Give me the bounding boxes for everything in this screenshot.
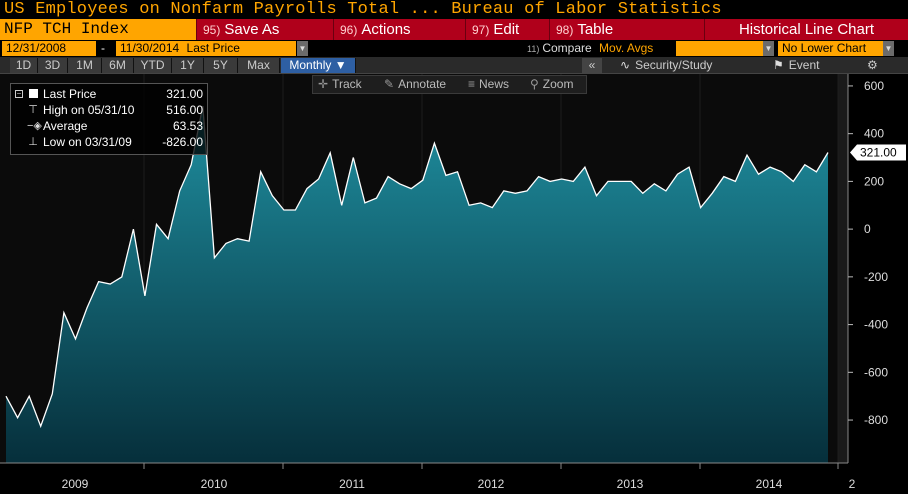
track-label: Track bbox=[332, 77, 362, 91]
legend-last-price: − Last Price 321.00 bbox=[15, 86, 205, 102]
mov-avgs-field[interactable] bbox=[676, 41, 763, 56]
range-1m[interactable]: 1M bbox=[68, 58, 102, 73]
collapse-legend-icon[interactable]: − bbox=[15, 90, 23, 98]
x-tick-label: 2009 bbox=[62, 477, 89, 491]
date-separator: - bbox=[101, 41, 105, 55]
save-as-label: Save As bbox=[224, 21, 280, 38]
lower-chart-field[interactable]: No Lower Chart bbox=[778, 41, 883, 56]
study-icon: ∿ bbox=[620, 58, 631, 72]
low-marker-icon: ⊥ bbox=[28, 136, 38, 148]
save-as-num: 95) bbox=[203, 23, 221, 37]
legend-high: ⊤ High on 05/31/10 516.00 bbox=[15, 102, 205, 118]
range-ytd[interactable]: YTD bbox=[134, 58, 172, 73]
annotate-label: Annotate bbox=[398, 77, 447, 91]
actions-label: Actions bbox=[361, 21, 411, 38]
gear-icon[interactable]: ⚙ bbox=[867, 58, 878, 73]
news-label: News bbox=[479, 77, 510, 91]
edit-num: 97) bbox=[472, 23, 490, 37]
actions-num: 96) bbox=[340, 23, 358, 37]
edit-label: Edit bbox=[493, 21, 520, 38]
security-study-label: Security/Study bbox=[635, 58, 713, 72]
compare-num: 11) bbox=[527, 44, 540, 54]
end-date-field[interactable]: 11/30/2014 Last Price bbox=[116, 41, 296, 56]
end-date-value: 11/30/2014 bbox=[120, 41, 180, 55]
legend-low-value: -826.00 bbox=[162, 135, 203, 149]
y-tick-label: 400 bbox=[864, 127, 884, 141]
y-tick-label: -800 bbox=[864, 413, 888, 427]
compare-label: Compare bbox=[542, 41, 592, 55]
window-title-bar: US Employees on Nonfarm Payrolls Total .… bbox=[0, 0, 908, 19]
x-tick-label: 2014 bbox=[756, 477, 783, 491]
news-icon: ≡ bbox=[468, 77, 476, 91]
compare-control[interactable]: 11) Compare Mov. Avgs bbox=[527, 41, 653, 56]
y-tick-label: 600 bbox=[864, 79, 884, 93]
crosshair-icon: ✛ bbox=[318, 77, 329, 91]
annotate-button[interactable]: ✎ Annotate bbox=[384, 77, 446, 92]
legend-last-label: Last Price bbox=[43, 87, 97, 101]
range-max[interactable]: Max bbox=[238, 58, 280, 73]
event-icon: ⚑ bbox=[773, 58, 784, 72]
legend-high-value: 516.00 bbox=[166, 103, 203, 117]
range-6m[interactable]: 6M bbox=[102, 58, 134, 73]
x-tick-label: 2013 bbox=[617, 477, 644, 491]
collapse-button[interactable]: « bbox=[582, 58, 602, 73]
y-tick-label: 200 bbox=[864, 174, 884, 188]
period-dropdown[interactable]: Monthly ▼ bbox=[281, 58, 356, 73]
legend-average: −◈ Average 63.53 bbox=[15, 118, 205, 134]
y-tick-label: 0 bbox=[864, 222, 871, 236]
plot-right-margin bbox=[838, 74, 848, 463]
legend-avg-value: 63.53 bbox=[172, 119, 203, 133]
series-swatch-icon bbox=[29, 89, 38, 98]
y-tick-label: -600 bbox=[864, 365, 888, 379]
zoom-button[interactable]: ⚲ Zoom bbox=[530, 77, 573, 92]
price-field-value: Last Price bbox=[186, 41, 240, 55]
legend-last-value: 321.00 bbox=[166, 87, 203, 101]
actions-menu[interactable]: 96) Actions bbox=[333, 19, 455, 40]
magnifier-icon: ⚲ bbox=[530, 77, 539, 91]
x-tick-label: 2011 bbox=[339, 477, 365, 491]
zoom-label: Zoom bbox=[542, 77, 574, 91]
range-1d[interactable]: 1D bbox=[10, 58, 38, 73]
high-marker-icon: ⊤ bbox=[28, 104, 38, 116]
legend-avg-label: Average bbox=[43, 119, 88, 133]
event-button[interactable]: ⚑ Event bbox=[773, 58, 819, 73]
save-as-menu[interactable]: 95) Save As bbox=[196, 19, 303, 40]
last-value-label: 321.00 bbox=[860, 146, 897, 160]
news-button[interactable]: ≡ News bbox=[468, 77, 509, 92]
average-marker-icon: −◈ bbox=[27, 120, 42, 132]
ticker-field[interactable]: NFP TCH Index bbox=[0, 19, 196, 40]
y-tick-label: -400 bbox=[864, 318, 888, 332]
edit-menu[interactable]: 97) Edit bbox=[465, 19, 545, 40]
track-button[interactable]: ✛ Track bbox=[318, 77, 362, 92]
table-num: 98) bbox=[556, 23, 574, 37]
chevron-down-icon[interactable]: ▼ bbox=[297, 41, 308, 56]
range-1y[interactable]: 1Y bbox=[172, 58, 204, 73]
window-title: US Employees on Nonfarm Payrolls Total .… bbox=[4, 0, 722, 19]
chevron-down-icon[interactable]: ▼ bbox=[763, 41, 774, 56]
y-tick-label: -200 bbox=[864, 270, 888, 284]
legend-high-label: High on 05/31/10 bbox=[43, 103, 135, 117]
chevron-down-icon[interactable]: ▼ bbox=[883, 41, 894, 56]
mov-avgs-label: Mov. Avgs bbox=[599, 41, 654, 55]
start-date-field[interactable]: 12/31/2008 bbox=[2, 41, 96, 56]
x-tick-label: 2 bbox=[849, 477, 856, 491]
table-label: Table bbox=[577, 21, 614, 38]
legend-box[interactable]: − Last Price 321.00 ⊤ High on 05/31/10 5… bbox=[10, 83, 208, 155]
security-study-button[interactable]: ∿ Security/Study bbox=[620, 58, 712, 73]
legend-low: ⊥ Low on 03/31/09 -826.00 bbox=[15, 134, 205, 150]
chart-type-menu[interactable]: Historical Line Chart bbox=[704, 19, 908, 40]
table-menu[interactable]: 98) Table bbox=[549, 19, 639, 40]
range-5y[interactable]: 5Y bbox=[204, 58, 238, 73]
x-tick-label: 2010 bbox=[201, 477, 228, 491]
event-label: Event bbox=[788, 58, 820, 72]
x-tick-label: 2012 bbox=[478, 477, 505, 491]
range-3d[interactable]: 3D bbox=[38, 58, 68, 73]
pencil-icon: ✎ bbox=[384, 77, 395, 91]
legend-low-label: Low on 03/31/09 bbox=[43, 135, 132, 149]
